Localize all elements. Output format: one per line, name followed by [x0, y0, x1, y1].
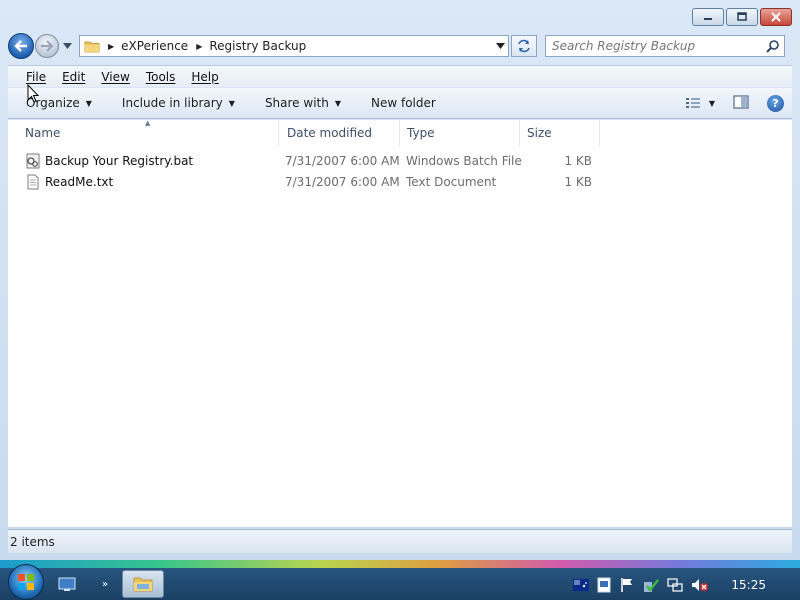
close-button[interactable] — [760, 8, 792, 26]
taskbar-highlight — [0, 560, 800, 568]
menu-tools[interactable]: Tools — [146, 70, 176, 84]
system-tray: 15:25 — [565, 570, 800, 600]
column-header-type[interactable]: Type — [398, 120, 520, 146]
help-button[interactable]: ? — [767, 94, 784, 112]
file-name-cell[interactable]: ReadMe.txt — [25, 174, 113, 190]
include-in-library-button[interactable]: Include in library ▼ — [122, 96, 235, 110]
security-check-icon[interactable] — [643, 577, 660, 593]
text-file-icon — [25, 174, 41, 190]
file-list: ▲ Name Date modified Type Size Backup Yo… — [8, 119, 792, 527]
chevron-down-icon: ▼ — [334, 98, 341, 108]
close-icon — [771, 12, 781, 22]
caption-buttons — [692, 8, 792, 26]
column-header-row: ▲ Name Date modified Type Size — [8, 119, 792, 146]
breadcrumb-separator[interactable]: ▶ — [196, 42, 202, 51]
column-header-date-modified[interactable]: Date modified — [278, 120, 400, 146]
change-view-button[interactable]: ▼ — [685, 96, 715, 110]
network-icon[interactable] — [667, 577, 684, 593]
file-size: 1 KB — [564, 154, 592, 168]
navigation-row: ▶ eXPerience ▶ Registry Backup — [8, 33, 792, 59]
clock[interactable]: 15:25 — [731, 578, 766, 592]
menu-bar: File Edit View Tools Help — [8, 65, 792, 87]
document-icon[interactable] — [597, 577, 611, 593]
forward-button[interactable] — [35, 34, 59, 58]
chevron-down-icon — [495, 43, 505, 49]
batch-file-icon — [25, 153, 41, 169]
refresh-button[interactable] — [511, 35, 537, 57]
menu-file[interactable]: File — [26, 70, 46, 84]
breadcrumb-item[interactable]: eXPerience — [121, 39, 188, 53]
file-name: Backup Your Registry.bat — [45, 154, 194, 168]
chevron-down-icon: ▼ — [228, 98, 235, 108]
search-box — [545, 35, 785, 57]
table-row[interactable]: ReadMe.txt 7/31/2007 6:00 AM Text Docume… — [8, 172, 792, 192]
file-name: ReadMe.txt — [45, 175, 114, 189]
windows-logo-icon — [18, 574, 34, 590]
search-icon[interactable] — [766, 39, 779, 53]
command-bar: Organize ▼ Include in library ▼ Share with… — [8, 88, 792, 119]
share-with-label: Share with — [264, 96, 329, 110]
start-button[interactable] — [8, 564, 44, 600]
preview-pane-icon — [733, 94, 749, 109]
mouse-cursor-icon — [27, 84, 40, 103]
folder-icon — [133, 577, 153, 592]
file-size: 1 KB — [564, 175, 592, 189]
taskbar-explorer-button[interactable] — [122, 570, 164, 598]
breadcrumb-separator[interactable]: ▶ — [108, 42, 114, 51]
new-folder-button[interactable]: New folder — [371, 96, 436, 110]
chevron-down-icon: ▼ — [85, 98, 92, 108]
file-date: 7/31/2007 6:00 AM — [285, 154, 400, 168]
status-bar: 2 items — [8, 529, 792, 553]
share-with-button[interactable]: Share with ▼ — [265, 96, 341, 110]
column-header-size[interactable]: Size — [518, 120, 600, 146]
column-header-name[interactable]: Name — [16, 120, 279, 146]
details-view-icon — [685, 98, 700, 108]
table-row[interactable]: Backup Your Registry.bat 7/31/2007 6:00 … — [8, 151, 792, 171]
include-in-library-label: Include in library — [121, 96, 223, 110]
file-type: Text Document — [406, 175, 497, 189]
back-arrow-icon — [14, 40, 27, 52]
item-count: 2 items — [10, 534, 55, 549]
menu-edit[interactable]: Edit — [62, 70, 85, 84]
recent-pages-button[interactable] — [61, 34, 73, 58]
address-dropdown-button[interactable] — [492, 43, 508, 49]
maximize-button[interactable] — [726, 8, 758, 26]
search-input[interactable] — [552, 39, 752, 53]
refresh-icon — [518, 39, 530, 53]
preview-pane-button[interactable] — [733, 94, 749, 112]
chevron-down-icon — [62, 43, 72, 49]
show-desktop-button[interactable] — [56, 570, 78, 598]
folder-icon — [84, 41, 100, 53]
volume-muted-icon[interactable] — [691, 577, 709, 593]
language-flag-icon[interactable] — [573, 578, 590, 592]
address-bar[interactable]: ▶ eXPerience ▶ Registry Backup — [79, 35, 509, 57]
file-name-cell[interactable]: Backup Your Registry.bat — [25, 153, 193, 169]
file-type: Windows Batch File — [406, 154, 522, 168]
quick-launch-overflow-button[interactable]: » — [98, 570, 112, 598]
chevron-down-icon: ▼ — [708, 98, 715, 108]
view-controls: ▼ ? — [685, 94, 784, 112]
back-button[interactable] — [8, 33, 34, 59]
forward-arrow-icon — [41, 40, 54, 52]
maximize-icon — [737, 12, 747, 21]
action-center-flag-icon[interactable] — [619, 577, 635, 593]
minimize-button[interactable] — [692, 8, 724, 26]
explorer-window: ▶ eXPerience ▶ Registry Backup File Edit… — [0, 0, 800, 560]
file-date: 7/31/2007 6:00 AM — [285, 175, 400, 189]
breadcrumb-item[interactable]: Registry Backup — [209, 39, 306, 53]
menu-view[interactable]: View — [101, 70, 129, 84]
menu-help[interactable]: Help — [191, 70, 218, 84]
desktop-icon — [58, 577, 76, 591]
minimize-icon — [704, 18, 712, 20]
